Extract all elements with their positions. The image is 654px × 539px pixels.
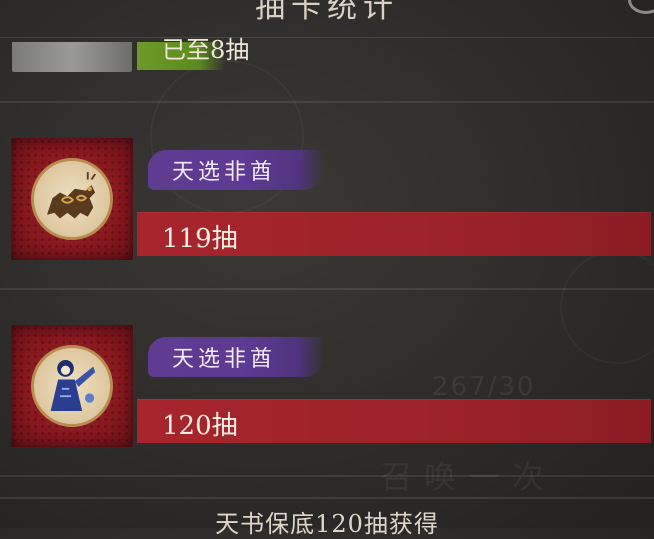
panel-title: 抽卡统计 (255, 0, 399, 25)
footer-note: 天书保底120抽获得 (215, 510, 439, 538)
header-divider (0, 37, 654, 38)
title-badge-label: 天选非酋 (172, 347, 277, 372)
draw-count-text: 119抽 (162, 224, 238, 254)
partial-count-text: 已至8抽 (162, 36, 250, 64)
draw-statistics-panel: 267/30 召唤一次 抽卡统计 已至8抽 天选非酋 119抽 天选非酋 120… (0, 0, 654, 538)
partial-avatar (12, 42, 132, 72)
list-item[interactable]: 天选非酋 119抽 (0, 138, 654, 268)
list-item[interactable]: 天选非酋 120抽 (0, 325, 654, 455)
qilin-beast-icon (31, 158, 113, 240)
row-divider (0, 475, 654, 477)
avatar (11, 325, 133, 447)
draw-count-text: 120抽 (162, 411, 238, 441)
title-badge-label: 天选非酋 (172, 160, 277, 185)
footer-divider (0, 497, 654, 499)
avatar (11, 138, 133, 260)
row-divider (0, 101, 654, 103)
row-divider (0, 288, 654, 290)
opera-figure-icon (31, 345, 113, 427)
